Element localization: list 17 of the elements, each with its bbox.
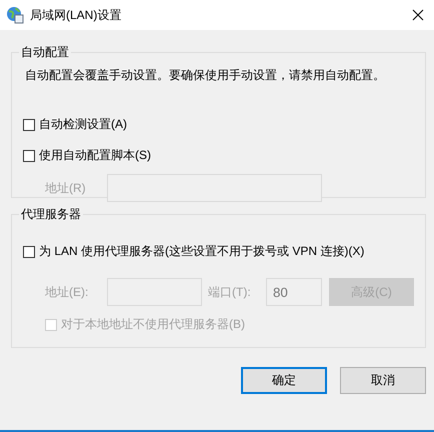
dialog-button[interactable]: 确定: [241, 367, 327, 394]
close-icon[interactable]: [412, 9, 424, 21]
field-label: 端口(T):: [208, 284, 252, 300]
globe-icon: [6, 6, 24, 24]
checkbox-option[interactable]: 为 LAN 使用代理服务器(这些设置不用于拨号或 VPN 连接)(X): [23, 243, 425, 260]
checkbox[interactable]: [23, 150, 35, 162]
group-title: 自动配置: [20, 44, 70, 61]
description-text: 自动配置会覆盖手动设置。要确保使用手动设置，请禁用自动配置。: [25, 67, 386, 84]
window-title: 局域网(LAN)设置: [30, 6, 122, 24]
checkbox-option[interactable]: 自动检测设置(A): [23, 116, 425, 133]
checkbox[interactable]: [23, 246, 35, 258]
checkbox[interactable]: [23, 118, 35, 130]
field-label: 地址(E):: [45, 284, 90, 300]
dialog-button[interactable]: 取消: [340, 367, 426, 394]
group-title: 代理服务器: [20, 206, 82, 223]
checkbox-option[interactable]: 使用自动配置脚本(S): [23, 147, 425, 164]
field-label: 地址(R): [45, 180, 87, 196]
